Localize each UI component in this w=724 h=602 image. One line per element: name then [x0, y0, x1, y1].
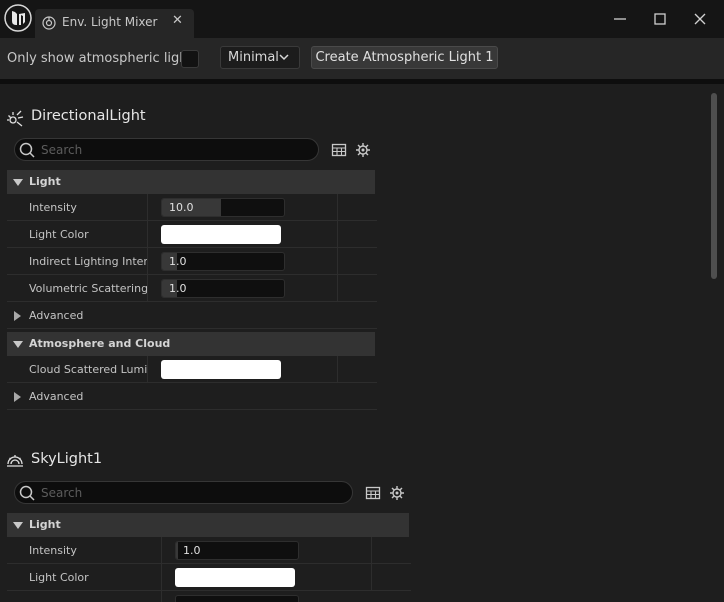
property-row-indirect-lighting: Indirect Lighting Inten... 1.0 — [7, 248, 377, 275]
category-light[interactable]: Light — [7, 513, 409, 537]
category-atmosphere-and-cloud[interactable]: Atmosphere and Cloud — [7, 332, 375, 356]
column-divider — [161, 564, 162, 591]
value-text: 1.0 — [169, 255, 187, 268]
atmospheric-only-label: Only show atmospheric lights — [7, 51, 200, 66]
indirect-lighting-value-field[interactable]: 1.0 — [161, 252, 285, 271]
expanded-triangle-icon — [13, 179, 23, 186]
property-label: Cloud Scattered Lumi... — [29, 363, 147, 376]
atmospheric-only-checkbox[interactable] — [181, 50, 199, 68]
search-box[interactable] — [14, 138, 319, 161]
search-icon — [19, 485, 35, 501]
category-label: Light — [29, 518, 61, 531]
column-divider — [337, 275, 338, 302]
column-divider — [147, 221, 148, 248]
title-bar: Env. Light Mixer ✕ — [0, 0, 724, 38]
property-label: Volumetric Scattering... — [29, 282, 147, 295]
toolbar: Only show atmospheric lights Minimal Cre… — [0, 38, 724, 79]
cloud-scattered-luminance-swatch[interactable] — [161, 360, 281, 379]
category-light[interactable]: Light — [7, 170, 375, 194]
property-row-light-color: Light Color — [7, 221, 377, 248]
collapsed-triangle-icon — [14, 392, 21, 402]
column-divider — [147, 275, 148, 302]
volumetric-scattering-value-field[interactable]: 1.0 — [161, 279, 285, 298]
tab-env-light-mixer[interactable]: Env. Light Mixer ✕ — [35, 9, 194, 38]
column-divider — [371, 537, 372, 564]
column-divider — [161, 591, 162, 602]
property-row-partial — [7, 591, 411, 602]
column-divider — [337, 194, 338, 221]
column-divider — [147, 248, 148, 275]
value-text: 10.0 — [169, 201, 194, 214]
search-input[interactable] — [41, 483, 241, 502]
unreal-engine-logo-icon — [4, 4, 32, 32]
value-text: 1.0 — [183, 544, 201, 557]
settings-gear-icon[interactable] — [389, 485, 405, 501]
intensity-value-field[interactable]: 1.0 — [175, 541, 299, 560]
panel-title: SkyLight1 — [31, 451, 103, 467]
light-color-swatch[interactable] — [175, 568, 295, 587]
close-window-icon[interactable] — [689, 8, 711, 30]
create-atmospheric-light-button[interactable]: Create Atmospheric Light 1 — [311, 46, 498, 69]
minimize-icon[interactable] — [609, 8, 631, 30]
view-mode-value: Minimal — [228, 50, 279, 65]
category-label: Atmosphere and Cloud — [29, 337, 171, 350]
partial-value-field[interactable] — [175, 595, 299, 602]
view-mode-dropdown[interactable]: Minimal — [220, 46, 300, 69]
property-label: Light Color — [29, 228, 89, 241]
column-divider — [147, 356, 148, 383]
panel-title: DirectionalLight — [31, 108, 146, 124]
expanded-triangle-icon — [13, 341, 23, 348]
property-row-light-color: Light Color — [7, 564, 411, 591]
directional-light-icon — [7, 110, 24, 127]
search-box[interactable] — [14, 481, 353, 504]
column-divider — [147, 194, 148, 221]
table-view-icon[interactable] — [365, 485, 381, 501]
chevron-down-icon — [279, 54, 289, 61]
sky-light-icon — [7, 455, 23, 467]
property-row-intensity: Intensity 10.0 — [7, 194, 377, 221]
value-text: 1.0 — [169, 282, 187, 295]
search-icon — [19, 142, 35, 158]
table-view-icon[interactable] — [331, 142, 347, 158]
advanced-section-atmosphere[interactable]: Advanced — [7, 383, 377, 410]
light-mixer-icon — [42, 16, 56, 30]
category-label: Light — [29, 175, 61, 188]
expanded-triangle-icon — [13, 522, 23, 529]
column-divider — [161, 537, 162, 564]
advanced-label: Advanced — [29, 390, 84, 403]
advanced-label: Advanced — [29, 309, 84, 322]
property-label: Indirect Lighting Inten... — [29, 255, 147, 268]
search-input[interactable] — [41, 140, 241, 159]
settings-gear-icon[interactable] — [355, 142, 371, 158]
property-row-cloud-scattered-luminance: Cloud Scattered Lumi... — [7, 356, 377, 383]
property-label: Light Color — [29, 571, 89, 584]
maximize-icon[interactable] — [649, 8, 671, 30]
intensity-value-field[interactable]: 10.0 — [161, 198, 285, 217]
column-divider — [337, 221, 338, 248]
property-row-intensity: Intensity 1.0 — [7, 537, 411, 564]
light-color-swatch[interactable] — [161, 225, 281, 244]
property-label: Intensity — [29, 201, 77, 214]
tab-title: Env. Light Mixer — [62, 15, 158, 29]
light-list-panel: DirectionalLight Light Intensity — [0, 84, 724, 602]
scrollbar-thumb[interactable] — [711, 93, 717, 279]
advanced-section-light[interactable]: Advanced — [7, 302, 377, 329]
collapsed-triangle-icon — [14, 311, 21, 321]
value-fill — [176, 542, 179, 559]
column-divider — [371, 564, 372, 591]
column-divider — [337, 356, 338, 383]
column-divider — [337, 248, 338, 275]
property-row-volumetric-scattering: Volumetric Scattering... 1.0 — [7, 275, 377, 302]
property-label: Intensity — [29, 544, 77, 557]
tab-close-icon[interactable]: ✕ — [172, 13, 183, 28]
